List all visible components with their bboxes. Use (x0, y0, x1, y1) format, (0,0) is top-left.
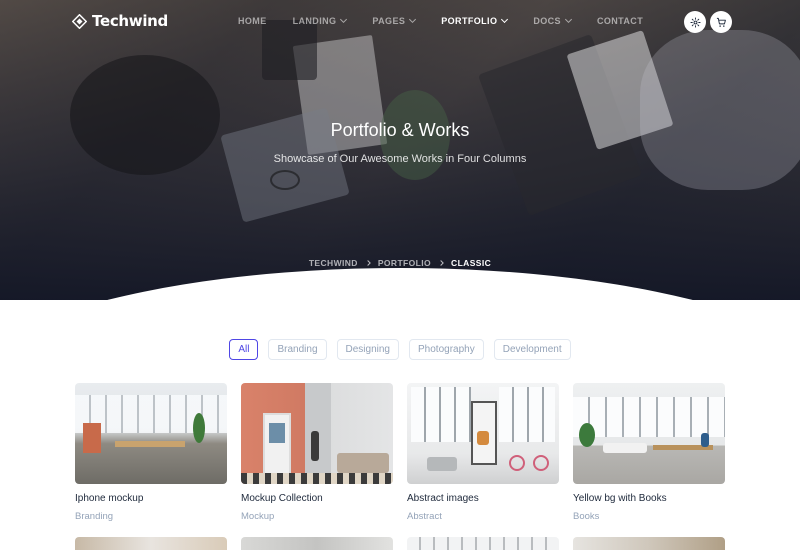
chevron-down-icon (340, 15, 348, 24)
menu-item-label: DOCS (533, 16, 561, 26)
page-subtitle: Showcase of Our Awesome Works in Four Co… (273, 153, 527, 165)
menu-item-docs[interactable]: DOCS (533, 15, 573, 26)
menu-item-label: HOME (238, 16, 267, 26)
portfolio-card[interactable]: Abstract images Abstract (407, 383, 559, 522)
filter-designing[interactable]: Designing (336, 339, 399, 360)
portfolio-title[interactable]: Mockup Collection (241, 493, 393, 504)
portfolio-card[interactable]: Mockup Collection Mockup (241, 383, 393, 522)
portfolio-title[interactable]: Abstract images (407, 493, 559, 504)
portfolio-image[interactable] (241, 537, 393, 550)
cart-icon (716, 17, 726, 27)
gear-icon (689, 16, 701, 28)
breadcrumb-item-current: CLASSIC (451, 258, 492, 268)
menu-item-contact[interactable]: CONTACT (597, 16, 643, 26)
portfolio-card[interactable]: Iphone mockup Branding (75, 383, 227, 522)
logo-icon (72, 13, 87, 29)
filter-all[interactable]: All (229, 339, 259, 360)
menu-item-label: PORTFOLIO (441, 16, 498, 26)
portfolio-image[interactable] (75, 537, 227, 550)
portfolio-filter-bar: All Branding Designing Photography Devel… (0, 339, 800, 360)
brand-logo[interactable]: Techwind (72, 12, 168, 30)
cart-button[interactable] (710, 11, 732, 33)
filter-development[interactable]: Development (493, 339, 571, 360)
main-menu: HOME LANDING PAGES PORTFOLIO DOCS CONTAC… (238, 15, 669, 26)
hero-curve-divider (0, 268, 800, 300)
chevron-down-icon (409, 15, 417, 24)
portfolio-image[interactable] (573, 537, 725, 550)
breadcrumb-item-techwind[interactable]: TECHWIND (309, 258, 358, 268)
breadcrumb: TECHWIND PORTFOLIO CLASSIC (0, 258, 800, 268)
chevron-right-icon (365, 260, 371, 266)
menu-item-label: LANDING (292, 16, 337, 26)
portfolio-image[interactable] (573, 383, 725, 484)
brand-name: Techwind (92, 12, 168, 30)
portfolio-category[interactable]: Books (573, 511, 725, 522)
hero-bg-person-right (640, 30, 800, 190)
portfolio-image[interactable] (407, 537, 559, 550)
portfolio-category[interactable]: Mockup (241, 511, 393, 522)
chevron-right-icon (438, 260, 444, 266)
page-title: Portfolio & Works (330, 120, 470, 140)
menu-item-pages[interactable]: PAGES (372, 15, 417, 26)
chevron-down-icon (564, 15, 573, 24)
chevron-down-icon (501, 15, 509, 24)
menu-item-home[interactable]: HOME (238, 16, 267, 26)
portfolio-image[interactable] (241, 383, 393, 484)
filter-photography[interactable]: Photography (409, 339, 484, 360)
menu-item-label: CONTACT (596, 16, 644, 26)
portfolio-image[interactable] (75, 383, 227, 484)
menu-item-label: PAGES (372, 16, 406, 26)
hero-section (0, 0, 800, 300)
portfolio-image[interactable] (407, 383, 559, 484)
top-navbar: Techwind HOME LANDING PAGES PORTFOLIO DO… (0, 0, 800, 44)
portfolio-category[interactable]: Branding (75, 511, 227, 522)
portfolio-card[interactable]: Yellow bg with Books Books (573, 383, 725, 522)
portfolio-title[interactable]: Yellow bg with Books (573, 493, 725, 504)
hero-bg-glasses (270, 170, 300, 190)
breadcrumb-item-portfolio[interactable]: PORTFOLIO (378, 258, 431, 268)
menu-item-portfolio[interactable]: PORTFOLIO (441, 15, 509, 26)
filter-branding[interactable]: Branding (268, 339, 327, 360)
settings-button[interactable] (684, 11, 706, 33)
portfolio-category[interactable]: Abstract (407, 511, 559, 522)
portfolio-title[interactable]: Iphone mockup (75, 493, 227, 504)
menu-item-landing[interactable]: LANDING (292, 15, 348, 26)
